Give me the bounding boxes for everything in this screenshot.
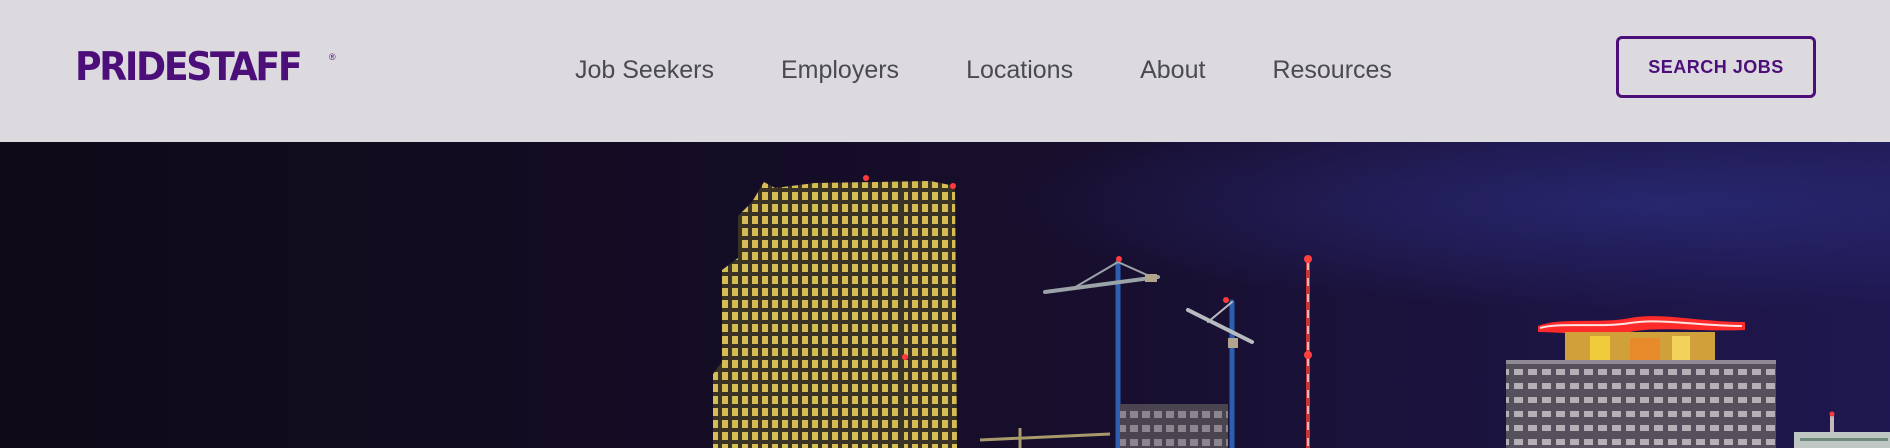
nav-item-about[interactable]: About: [1140, 56, 1205, 85]
search-jobs-button[interactable]: SEARCH JOBS: [1616, 36, 1816, 98]
city-skyline-image: [0, 142, 1890, 448]
nav-item-locations[interactable]: Locations: [966, 56, 1073, 85]
tall-lit-tower: [713, 175, 957, 448]
site-header: PRIDESTAFF ® Job Seekers Employers Locat…: [0, 0, 1890, 142]
registered-mark: ®: [329, 52, 336, 62]
hero-banner: [0, 142, 1890, 448]
nav-item-resources[interactable]: Resources: [1272, 56, 1392, 85]
nav-item-job-seekers[interactable]: Job Seekers: [575, 56, 714, 85]
pridestaff-logo[interactable]: PRIDESTAFF: [75, 46, 303, 90]
nav-item-employers[interactable]: Employers: [781, 56, 899, 85]
main-nav: Job Seekers Employers Locations About Re…: [575, 50, 1392, 90]
